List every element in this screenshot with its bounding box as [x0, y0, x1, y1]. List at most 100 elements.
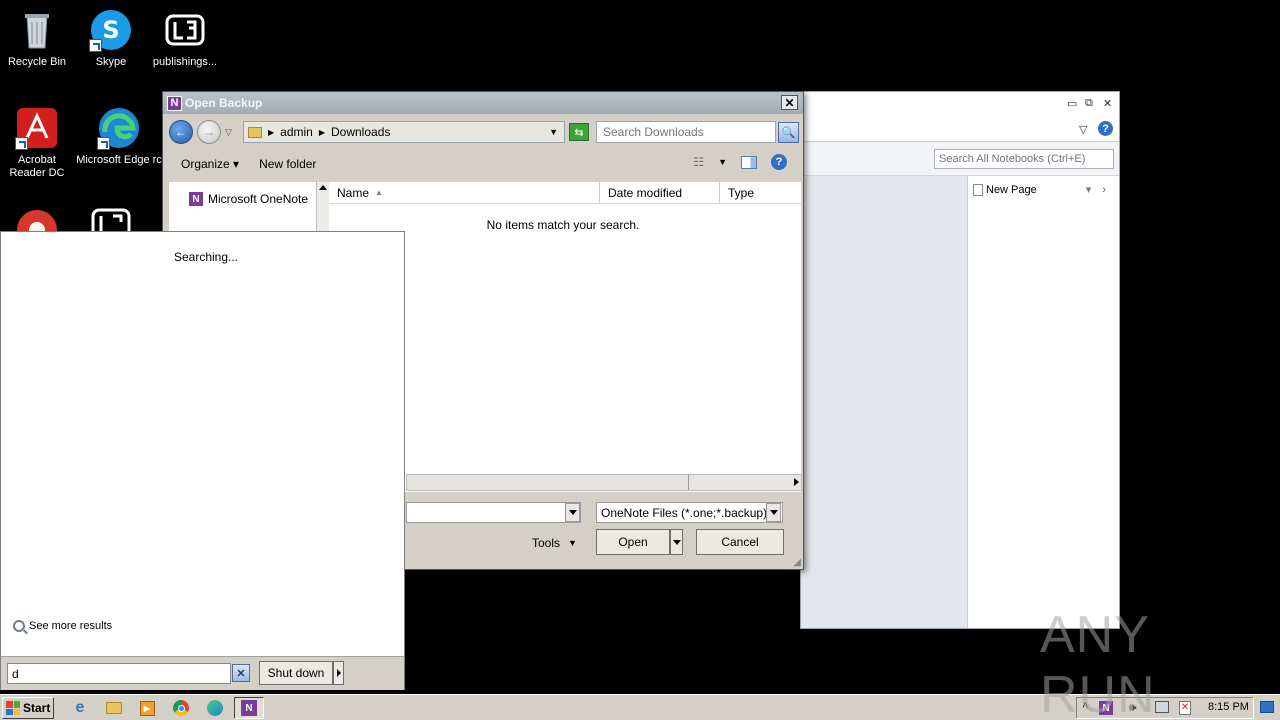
column-header-date[interactable]: Date modified: [600, 182, 720, 204]
help-icon[interactable]: ?: [1098, 121, 1113, 136]
shutdown-options-button[interactable]: [333, 661, 344, 685]
file-type-dropdown[interactable]: [766, 503, 781, 522]
notebook-search-input[interactable]: [934, 149, 1114, 169]
desktop-icon-publishings[interactable]: publishings...: [148, 8, 222, 69]
open-split-dropdown[interactable]: [670, 529, 683, 555]
clear-search-icon[interactable]: ✕: [232, 664, 250, 682]
scroll-right-icon[interactable]: [794, 478, 799, 486]
onenote-icon: N: [167, 95, 182, 111]
breadcrumb-separator-icon[interactable]: ▶: [268, 128, 274, 137]
chevron-right-icon[interactable]: ›: [1102, 184, 1106, 196]
restore-icon[interactable]: ⧉: [1085, 97, 1093, 110]
breadcrumb-item-admin[interactable]: admin: [280, 125, 313, 139]
address-row: ← → ▽ ▶ admin ▶ Downloads ▼ ⇆ 🔍: [169, 119, 801, 145]
column-header-type[interactable]: Type: [720, 182, 801, 204]
scroll-thumb[interactable]: [407, 475, 689, 490]
tools-label: Tools: [532, 536, 561, 550]
skype-icon: S: [89, 8, 133, 52]
start-search-input[interactable]: [7, 663, 231, 684]
document-logo-icon: [163, 8, 207, 52]
help-icon[interactable]: ?: [771, 154, 787, 170]
desktop-icon-recycle-bin[interactable]: Recycle Bin: [0, 8, 74, 69]
back-button[interactable]: ←: [169, 120, 193, 144]
onenote-icon: N: [241, 700, 257, 716]
open-label: Open: [618, 535, 648, 549]
taskbar-onenote-button[interactable]: N: [234, 697, 264, 719]
horizontal-scrollbar[interactable]: [406, 474, 802, 491]
note-canvas[interactable]: [801, 176, 967, 628]
forward-button[interactable]: →: [197, 120, 221, 144]
windows-logo-icon: [6, 701, 20, 715]
internet-explorer-icon[interactable]: e: [71, 699, 89, 717]
desktop-icon-skype[interactable]: S Skype: [74, 8, 148, 69]
organize-label: Organize: [181, 157, 230, 171]
new-page-label: New Page: [986, 183, 1037, 196]
file-type-select[interactable]: OneNote Files (*.one;*.backup): [596, 502, 783, 523]
recycle-bin-icon: [15, 8, 59, 52]
chevron-down-icon: [568, 510, 577, 515]
cancel-button[interactable]: Cancel: [696, 529, 784, 555]
empty-message: No items match your search.: [486, 218, 640, 232]
view-controls: ☷ ▼ ?: [693, 154, 787, 170]
edge-icon[interactable]: [206, 699, 224, 717]
scroll-up-icon[interactable]: [319, 185, 327, 190]
new-page-button[interactable]: New Page ▾ ›: [973, 183, 1106, 196]
shortcut-arrow-icon: [15, 137, 28, 150]
preview-pane-icon[interactable]: [741, 155, 757, 169]
chevron-down-icon[interactable]: ▼: [718, 157, 727, 167]
sort-ascending-icon: ▲: [375, 188, 383, 197]
desktop-icon-edge[interactable]: Microsoft Edge rc: [74, 106, 164, 167]
chevron-down-icon[interactable]: ▾: [1086, 183, 1092, 196]
close-icon[interactable]: ✕: [1103, 97, 1112, 110]
new-folder-button[interactable]: New folder: [259, 157, 316, 171]
column-label: Name: [337, 185, 370, 200]
minimize-icon[interactable]: ▭: [1067, 97, 1077, 110]
desktop-icon-label: Acrobat Reader DC: [9, 154, 65, 179]
desktop-icon-label: Microsoft Edge rc: [76, 154, 162, 166]
open-button[interactable]: Open: [596, 529, 670, 555]
onenote-window: ▭ ⧉ ✕ ▽ ? New Page ▾ ›: [800, 91, 1120, 629]
dialog-title: Open Backup: [185, 96, 263, 110]
refresh-button[interactable]: ⇆: [569, 123, 589, 141]
column-label: Date modified: [608, 185, 683, 200]
close-icon[interactable]: ✕: [781, 95, 798, 110]
breadcrumb-item-downloads[interactable]: Downloads: [331, 125, 390, 139]
breadcrumb[interactable]: ▶ admin ▶ Downloads ▼: [243, 121, 565, 143]
svg-text:S: S: [102, 16, 119, 44]
nav-item-label: Microsoft OneNote: [208, 192, 309, 206]
file-name-dropdown[interactable]: [565, 503, 580, 522]
chevron-down-icon[interactable]: ▼: [549, 127, 558, 137]
shutdown-button[interactable]: Shut down: [259, 661, 333, 685]
onenote-icon: N: [189, 192, 203, 206]
tools-menu[interactable]: Tools ▼: [532, 536, 577, 550]
see-more-results-link[interactable]: See more results: [13, 620, 112, 632]
breadcrumb-separator-icon[interactable]: ▶: [319, 128, 325, 137]
start-button[interactable]: Start: [2, 697, 54, 719]
chevron-down-icon[interactable]: ▽: [1079, 123, 1087, 136]
page-icon: [973, 183, 983, 196]
shortcut-arrow-icon: [89, 39, 102, 52]
chrome-icon[interactable]: [172, 699, 190, 717]
recent-locations-dropdown[interactable]: ▽: [225, 127, 232, 138]
dialog-titlebar[interactable]: N Open Backup ✕: [163, 92, 803, 114]
nav-item-onenote[interactable]: N Microsoft OneNote: [189, 192, 308, 206]
search-icon[interactable]: 🔍: [778, 121, 799, 143]
media-player-icon[interactable]: ▶: [138, 699, 156, 717]
desktop-icon-acrobat[interactable]: Acrobat Reader DC: [0, 106, 74, 180]
search-status: Searching...: [173, 250, 239, 264]
column-header-name[interactable]: Name ▲: [329, 182, 600, 204]
file-explorer-icon[interactable]: [105, 699, 123, 717]
search-downloads-input[interactable]: [596, 121, 776, 143]
resize-grip-icon[interactable]: ◢: [793, 557, 801, 568]
desktop-icon-label: Skype: [95, 56, 127, 68]
cancel-label: Cancel: [721, 535, 759, 549]
start-label: Start: [23, 701, 51, 715]
file-name-input[interactable]: [406, 502, 581, 523]
view-list-icon[interactable]: ☷: [693, 155, 704, 169]
start-menu: Searching... See more results ✕ Shut dow…: [0, 231, 405, 690]
start-menu-footer: ✕ Shut down: [1, 656, 404, 690]
organize-menu[interactable]: Organize ▾: [181, 157, 239, 171]
page-list-pane: [967, 176, 1119, 628]
column-label: Type: [728, 185, 755, 200]
onenote-ribbon: ▭ ⧉ ✕ ▽ ?: [801, 92, 1119, 142]
